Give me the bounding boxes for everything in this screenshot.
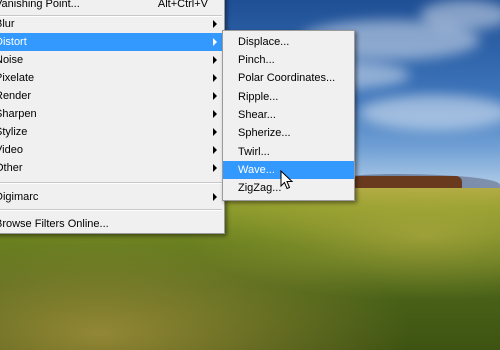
submenu-item-label: Wave... xyxy=(238,164,275,176)
submenu-item-polar-coordinates[interactable]: Polar Coordinates... xyxy=(223,69,354,87)
submenu-item-label: ZigZag... xyxy=(238,182,282,194)
submenu-arrow-icon xyxy=(213,128,217,136)
menu-item-label: Stylize xyxy=(0,126,28,138)
submenu-arrow-icon xyxy=(213,56,217,64)
submenu-item-label: Displace... xyxy=(238,36,290,48)
submenu-arrow-icon xyxy=(213,193,217,201)
menu-item-label: Browse Filters Online... xyxy=(0,218,109,230)
menu-item-label: Digimarc xyxy=(0,191,39,203)
menu-item-label: Blur xyxy=(0,18,15,30)
submenu-item-label: Shear... xyxy=(238,109,276,121)
menu-item-distort[interactable]: Distort xyxy=(0,33,224,51)
submenu-item-label: Pinch... xyxy=(238,54,275,66)
menu-item-label: Sharpen xyxy=(0,108,37,120)
submenu-arrow-icon xyxy=(213,20,217,28)
submenu-item-label: Spherize... xyxy=(238,127,291,139)
menu-item-shortcut: Alt+Ctrl+V xyxy=(157,0,208,10)
submenu-item-shear[interactable]: Shear... xyxy=(223,106,354,124)
submenu-item-ripple[interactable]: Ripple... xyxy=(223,88,354,106)
submenu-arrow-icon xyxy=(213,74,217,82)
submenu-item-twirl[interactable]: Twirl... xyxy=(223,143,354,161)
submenu-arrow-icon xyxy=(213,110,217,118)
mouse-pointer-icon xyxy=(280,170,294,190)
submenu-arrow-icon xyxy=(213,146,217,154)
menu-item-vanishing-point[interactable]: Vanishing Point... Alt+Ctrl+V xyxy=(0,0,224,13)
menu-item-browse-filters-online[interactable]: Browse Filters Online... xyxy=(0,215,224,233)
submenu-item-spherize[interactable]: Spherize... xyxy=(223,124,354,142)
menu-item-label: Render xyxy=(0,90,32,102)
menu-item-render[interactable]: Render xyxy=(0,87,224,105)
submenu-arrow-icon xyxy=(213,92,217,100)
menu-item-pixelate[interactable]: Pixelate xyxy=(0,69,224,87)
menu-item-label: Noise xyxy=(0,54,24,66)
submenu-item-label: Twirl... xyxy=(238,146,270,158)
menu-item-label: Video xyxy=(0,144,23,156)
menu-item-label: Pixelate xyxy=(0,72,35,84)
submenu-item-displace[interactable]: Displace... xyxy=(223,33,354,51)
menu-item-noise[interactable]: Noise xyxy=(0,51,224,69)
cloud xyxy=(360,95,500,130)
cloud xyxy=(420,0,500,30)
menu-item-other[interactable]: Other xyxy=(0,159,224,177)
menu-item-label: Distort xyxy=(0,36,27,48)
menu-item-blur[interactable]: Blur xyxy=(0,15,224,33)
menu-item-stylize[interactable]: Stylize xyxy=(0,123,224,141)
submenu-item-pinch[interactable]: Pinch... xyxy=(223,51,354,69)
menu-item-sharpen[interactable]: Sharpen xyxy=(0,105,224,123)
menu-item-video[interactable]: Video xyxy=(0,141,224,159)
submenu-item-label: Ripple... xyxy=(238,91,279,103)
menu-separator xyxy=(0,182,222,184)
menu-separator xyxy=(0,209,222,211)
menu-item-label: Other xyxy=(0,162,23,174)
submenu-arrow-icon xyxy=(213,38,217,46)
menu-item-digimarc[interactable]: Digimarc xyxy=(0,188,224,206)
menu-item-label: Vanishing Point... xyxy=(0,0,80,10)
submenu-item-label: Polar Coordinates... xyxy=(238,72,336,84)
submenu-arrow-icon xyxy=(213,164,217,172)
filter-menu: Vanishing Point... Alt+Ctrl+V Blur Disto… xyxy=(0,0,225,234)
